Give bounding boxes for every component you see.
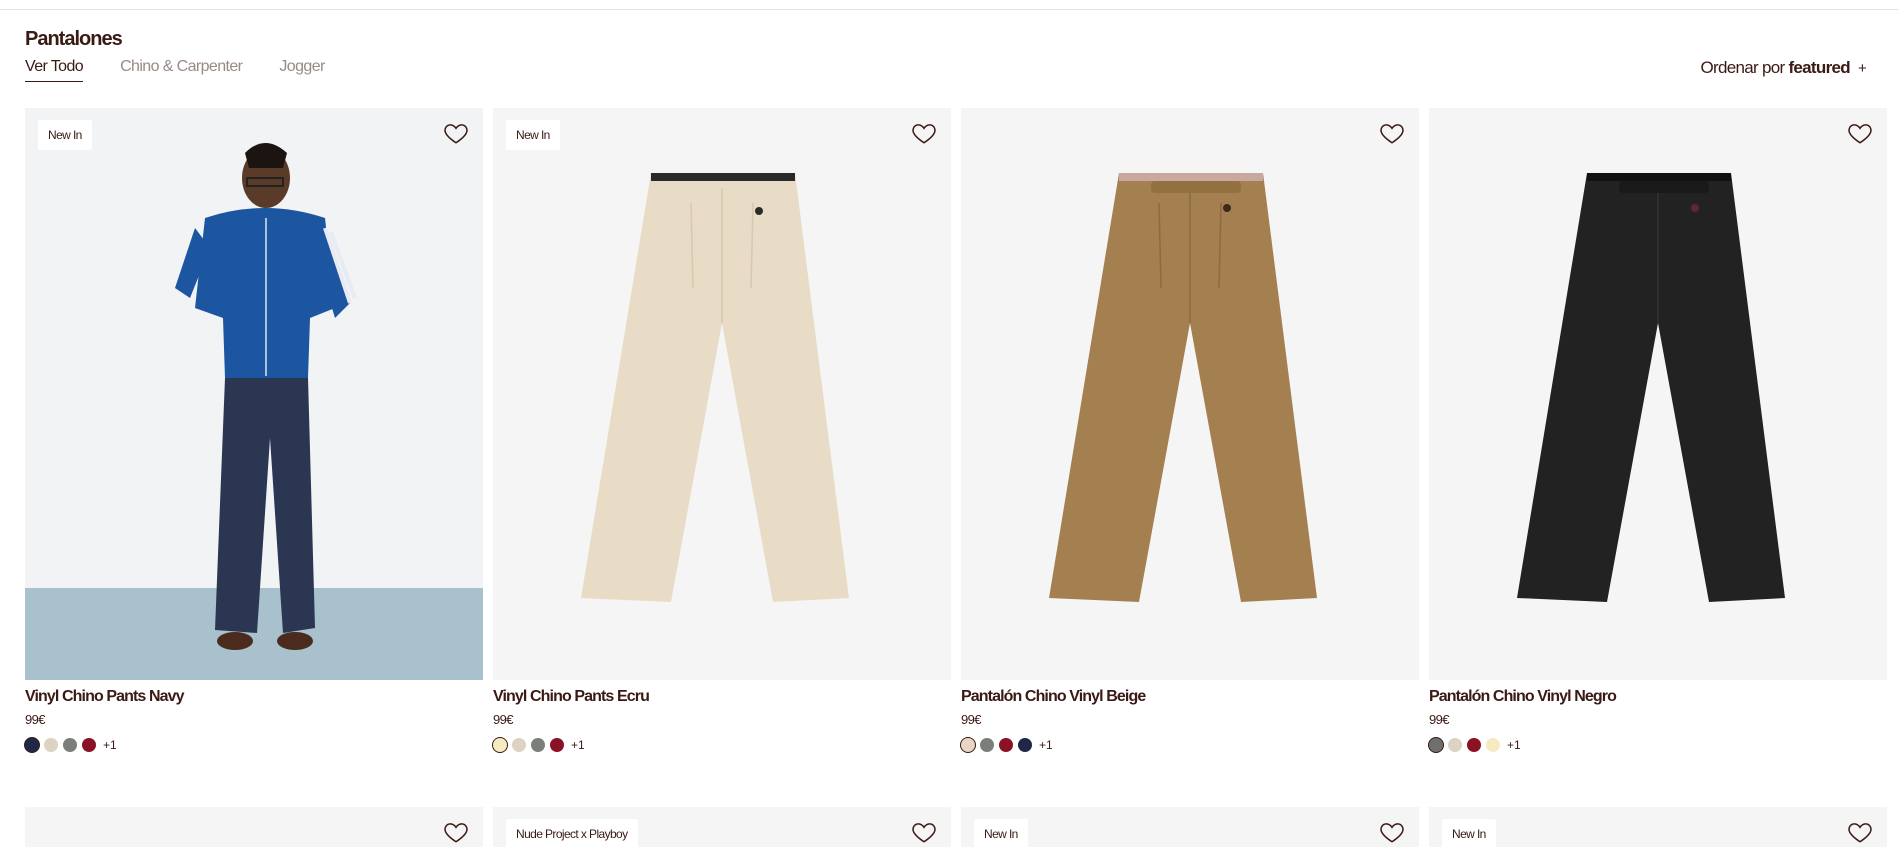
product-price: 99€ — [961, 712, 981, 727]
new-in-badge: New In — [974, 819, 1028, 849]
tab-jogger[interactable]: Jogger — [279, 58, 325, 82]
trousers-photo — [1049, 173, 1317, 602]
color-swatch[interactable] — [1429, 738, 1443, 752]
color-swatches: +1 — [25, 738, 483, 752]
heart-icon[interactable] — [911, 819, 937, 845]
color-swatch[interactable] — [1486, 738, 1500, 752]
product-name[interactable]: Vinyl Chino Pants Navy — [25, 688, 483, 708]
product-card[interactable] — [25, 807, 483, 847]
product-image[interactable]: New In — [493, 108, 951, 680]
trousers-photo — [581, 173, 849, 602]
color-swatch[interactable] — [961, 738, 975, 752]
heart-icon[interactable] — [911, 120, 937, 146]
new-in-badge: New In — [1442, 819, 1496, 849]
product-card[interactable]: New In — [961, 807, 1419, 849]
heart-icon[interactable] — [1379, 120, 1405, 146]
heart-icon[interactable] — [1379, 819, 1405, 845]
more-colors-count[interactable]: +1 — [103, 738, 117, 752]
color-swatches: +1 — [493, 738, 951, 752]
color-swatch[interactable] — [550, 738, 564, 752]
color-swatch[interactable] — [44, 738, 58, 752]
color-swatch[interactable] — [25, 738, 39, 752]
color-swatch[interactable] — [1467, 738, 1481, 752]
more-colors-count[interactable]: +1 — [571, 738, 585, 752]
tab-ver-todo[interactable]: Ver Todo — [25, 58, 84, 82]
color-swatch[interactable] — [980, 738, 994, 752]
product-card[interactable]: Pantalón Chino Vinyl Negro 99€ +1 — [1429, 108, 1887, 752]
product-card[interactable]: Pantalón Chino Vinyl Beige 99€ +1 — [961, 108, 1419, 752]
color-swatch[interactable] — [82, 738, 96, 752]
heart-icon[interactable] — [443, 819, 469, 845]
color-swatches: +1 — [1429, 738, 1887, 752]
new-in-badge: New In — [506, 120, 560, 150]
category-tabs: Ver Todo Chino & Carpenter Jogger — [25, 58, 362, 82]
product-price: 99€ — [1429, 712, 1449, 727]
color-swatch[interactable] — [63, 738, 77, 752]
color-swatch[interactable] — [1448, 738, 1462, 752]
product-card[interactable]: New In Vinyl Chino Pants Ecru 99€ +1 — [493, 108, 951, 752]
product-card[interactable]: Nude Project x Playboy — [493, 807, 951, 849]
color-swatch[interactable] — [999, 738, 1013, 752]
new-in-badge: New In — [38, 120, 92, 150]
product-price: 99€ — [25, 712, 45, 727]
more-colors-count[interactable]: +1 — [1039, 738, 1053, 752]
heart-icon[interactable] — [1847, 819, 1873, 845]
header-divider — [0, 9, 1898, 10]
color-swatch[interactable] — [493, 738, 507, 752]
product-name[interactable]: Pantalón Chino Vinyl Negro — [1429, 688, 1887, 708]
product-name[interactable]: Pantalón Chino Vinyl Beige — [961, 688, 1419, 708]
product-card[interactable]: New In — [1429, 807, 1887, 849]
collab-badge: Nude Project x Playboy — [506, 819, 638, 849]
product-image[interactable] — [961, 108, 1419, 680]
trousers-photo — [1517, 173, 1785, 602]
product-card[interactable]: New In Vinyl Chino Pants Navy 99€ +1 — [25, 108, 483, 752]
sort-value: featured — [1788, 58, 1850, 77]
product-image[interactable]: New In — [25, 108, 483, 680]
more-colors-count[interactable]: +1 — [1507, 738, 1521, 752]
color-swatches: +1 — [961, 738, 1419, 752]
plus-icon: + — [1857, 60, 1867, 77]
page-title: Pantalones — [25, 28, 123, 50]
sort-label: Ordenar por — [1700, 58, 1785, 77]
color-swatch[interactable] — [531, 738, 545, 752]
heart-icon[interactable] — [443, 120, 469, 146]
product-image[interactable] — [1429, 108, 1887, 680]
product-name[interactable]: Vinyl Chino Pants Ecru — [493, 688, 951, 708]
color-swatch[interactable] — [1018, 738, 1032, 752]
model-photo — [25, 108, 483, 680]
product-price: 99€ — [493, 712, 513, 727]
color-swatch[interactable] — [512, 738, 526, 752]
sort-dropdown[interactable]: Ordenar por featured + — [1700, 58, 1866, 78]
tab-chino-carpenter[interactable]: Chino & Carpenter — [120, 58, 243, 82]
heart-icon[interactable] — [1847, 120, 1873, 146]
